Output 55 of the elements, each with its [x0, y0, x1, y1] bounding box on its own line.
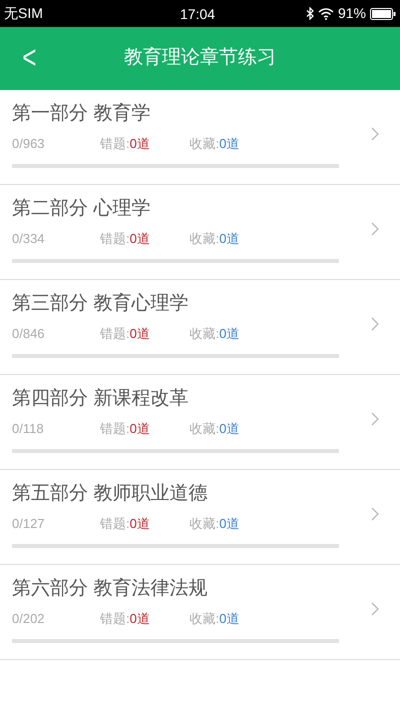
chapter-title: 第四部分 新课程改革	[12, 387, 190, 411]
progress-count: 0/202	[12, 611, 46, 627]
wrong-count: 0道	[130, 611, 151, 627]
battery-text: 91%	[338, 4, 366, 23]
chapter-title: 第三部分 教育心理学	[12, 292, 190, 316]
chapter-row[interactable]: 第五部分 教师职业道德 0/127 错题:0道 收藏:0道	[0, 470, 400, 565]
wrong-label: 错题:	[100, 421, 130, 437]
favorites-label: 收藏:	[190, 611, 220, 627]
bluetooth-icon	[306, 7, 314, 20]
chapter-row[interactable]: 第一部分 教育学 0/963 错题:0道 收藏:0道	[0, 90, 400, 185]
wrong-label: 错题:	[100, 326, 130, 342]
wrong-count: 0道	[130, 326, 151, 342]
favorites-label: 收藏:	[190, 231, 220, 247]
clock-text: 17:04	[180, 5, 216, 24]
chapter-title: 第一部分 教育学	[12, 102, 152, 126]
progress-count: 0/118	[12, 421, 45, 437]
wrong-count: 0道	[130, 231, 151, 247]
progress-count: 0/963	[12, 136, 46, 152]
chapter-title: 第五部分 教师职业道德	[12, 482, 208, 506]
wrong-label: 错题:	[100, 136, 130, 152]
chevron-right-icon	[371, 317, 379, 331]
favorites-count: 0道	[219, 421, 240, 437]
carrier-text: 无SIM	[4, 4, 43, 23]
wrong-label: 错题:	[100, 231, 130, 247]
chevron-right-icon	[371, 412, 379, 426]
chapter-title: 第六部分 教育法律法规	[12, 577, 208, 601]
favorites-label: 收藏:	[190, 516, 220, 532]
wrong-label: 错题:	[100, 516, 130, 532]
chevron-right-icon	[371, 127, 379, 141]
favorites-count: 0道	[219, 516, 240, 532]
progress-count: 0/846	[12, 326, 46, 342]
battery-icon	[370, 8, 396, 20]
favorites-label: 收藏:	[190, 421, 220, 437]
favorites-count: 0道	[219, 326, 240, 342]
chapter-title: 第二部分 心理学	[12, 197, 152, 221]
chapter-row[interactable]: 第三部分 教育心理学 0/846 错题:0道 收藏:0道	[0, 280, 400, 375]
progress-count: 0/127	[12, 516, 46, 532]
chapter-row[interactable]: 第六部分 教育法律法规 0/202 错题:0道 收藏:0道	[0, 565, 400, 660]
wifi-icon	[318, 8, 334, 20]
favorites-count: 0道	[219, 136, 240, 152]
wrong-label: 错题:	[100, 611, 130, 627]
wrong-count: 0道	[130, 516, 151, 532]
chapter-row[interactable]: 第四部分 新课程改革 0/118 错题:0道 收藏:0道	[0, 375, 400, 470]
favorites-count: 0道	[219, 231, 240, 247]
chevron-right-icon	[371, 507, 379, 521]
favorites-count: 0道	[219, 611, 240, 627]
page-title: 教育理论章节练习	[124, 46, 276, 70]
wrong-count: 0道	[130, 421, 151, 437]
progress-count: 0/334	[12, 231, 46, 247]
wrong-count: 0道	[130, 136, 151, 152]
favorites-label: 收藏:	[190, 136, 220, 152]
chapter-row[interactable]: 第二部分 心理学 0/334 错题:0道 收藏:0道	[0, 185, 400, 280]
chevron-right-icon	[371, 222, 379, 236]
favorites-label: 收藏:	[190, 326, 220, 342]
chevron-right-icon	[371, 602, 379, 616]
